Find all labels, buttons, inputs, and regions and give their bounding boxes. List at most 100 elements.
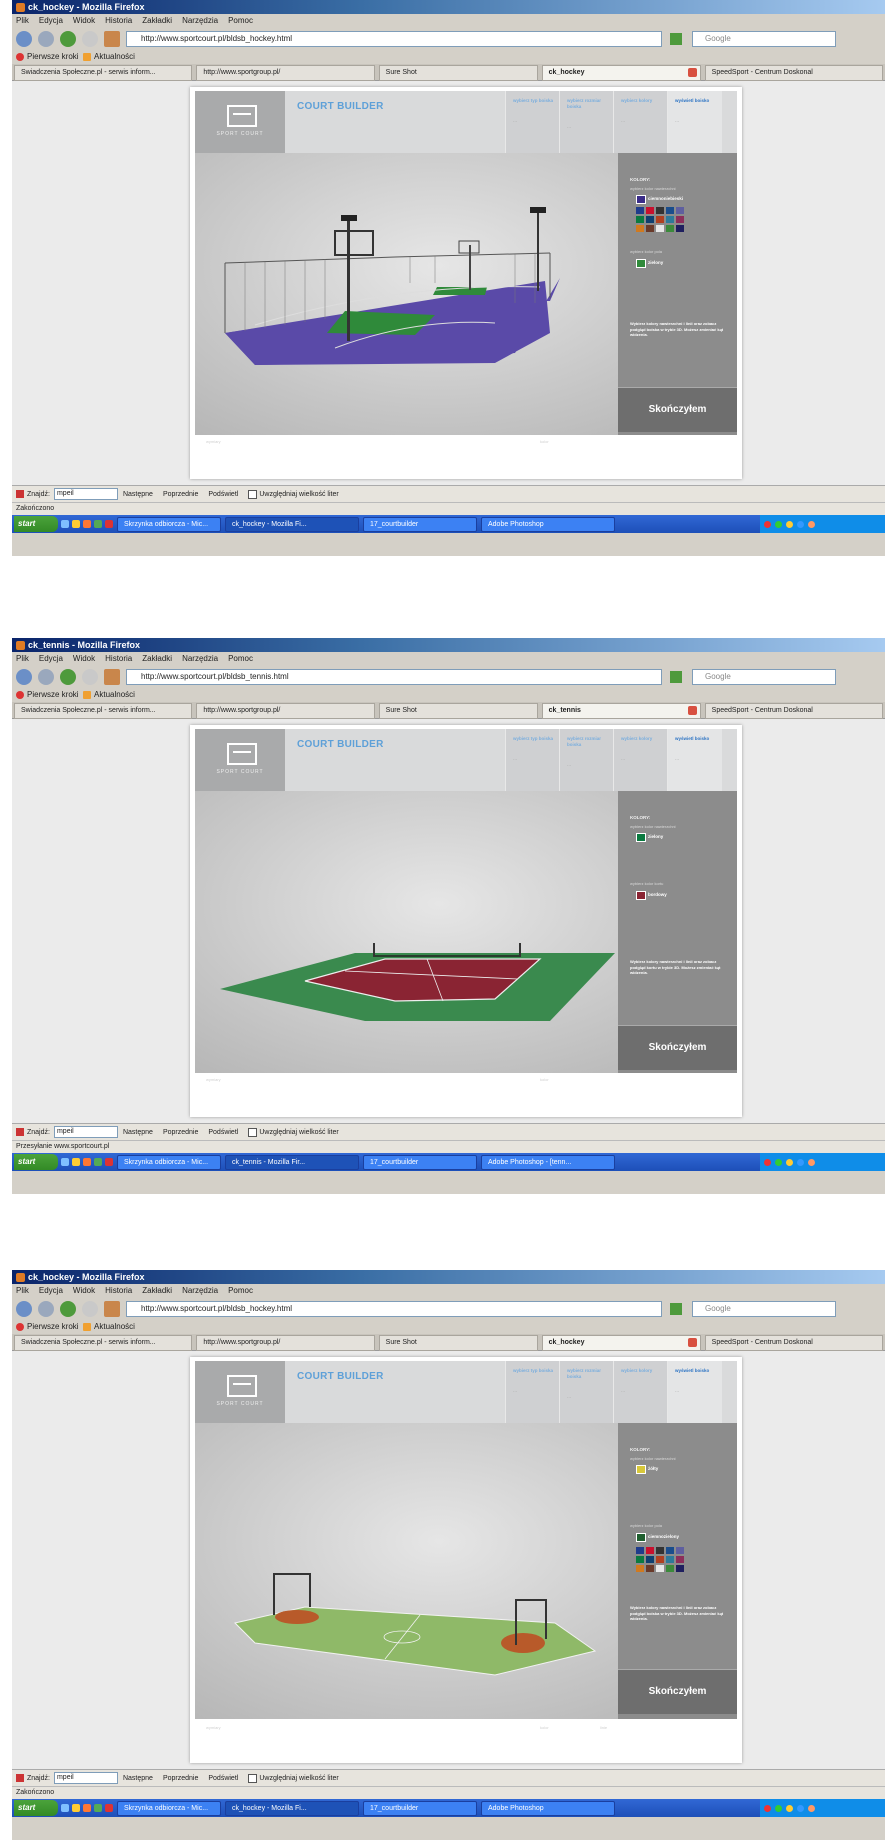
find-prev-button[interactable]: Poprzednie: [163, 1129, 198, 1136]
highlight-button[interactable]: Podświetl: [208, 1775, 238, 1782]
home-icon[interactable]: [104, 1301, 120, 1317]
tab-sure-shot[interactable]: Sure Shot: [378, 65, 538, 81]
menu-item-view[interactable]: Widok: [73, 1286, 95, 1295]
menu-item-help[interactable]: Pomoc: [228, 1286, 253, 1295]
menu-item-history[interactable]: Historia: [105, 1286, 132, 1295]
forward-icon[interactable]: [38, 1301, 54, 1317]
tab-swiadczenia[interactable]: Swiadczenia Społeczne.pl - serwis inform…: [14, 65, 193, 81]
color-swatch[interactable]: [666, 216, 674, 223]
color-swatch[interactable]: [676, 1556, 684, 1563]
quicklaunch-icon[interactable]: [105, 1804, 113, 1812]
tab-sure-shot[interactable]: Sure Shot: [378, 703, 538, 719]
menu-item-edit[interactable]: Edycja: [39, 654, 63, 663]
tab-active[interactable]: ck_hockey: [541, 65, 701, 81]
tab-speedsport[interactable]: SpeedSport - Centrum Doskonal: [704, 1335, 883, 1351]
task-mail[interactable]: Skrzynka odbiorcza - Mic...: [117, 516, 221, 532]
match-case-checkbox[interactable]: [248, 1127, 258, 1137]
stop-icon[interactable]: [82, 31, 98, 47]
tray-icon[interactable]: [797, 1158, 804, 1166]
tray-icon[interactable]: [808, 520, 815, 528]
match-case-checkbox[interactable]: [248, 1773, 258, 1783]
color-swatch[interactable]: [666, 1556, 674, 1563]
go-icon[interactable]: [670, 671, 682, 683]
close-tab-icon[interactable]: [687, 68, 697, 77]
step-court-size[interactable]: wybierz rozmiar boiska...: [559, 729, 614, 791]
menu-item-tools[interactable]: Narzędzia: [182, 1286, 218, 1295]
tray-icon[interactable]: [786, 1158, 793, 1166]
color-swatch[interactable]: [646, 1565, 654, 1572]
step-colors[interactable]: wybierz kolory...: [613, 1361, 668, 1423]
menu-item-bookmarks[interactable]: Zakładki: [142, 654, 172, 663]
color-swatch[interactable]: [656, 1565, 664, 1572]
tab-sportgroup[interactable]: http://www.sportgroup.pl/: [196, 703, 375, 719]
quicklaunch-icon[interactable]: [94, 1158, 102, 1166]
find-prev-button[interactable]: Poprzednie: [163, 491, 198, 498]
find-next-button[interactable]: Następne: [123, 1129, 153, 1136]
color-swatch[interactable]: [646, 207, 654, 214]
tray-icon[interactable]: [797, 520, 804, 528]
tab-sure-shot[interactable]: Sure Shot: [378, 1335, 538, 1351]
tab-active[interactable]: ck_tennis: [541, 703, 701, 719]
tray-icon[interactable]: [764, 1158, 771, 1166]
color-swatch[interactable]: [646, 216, 654, 223]
task-photoshop[interactable]: Adobe Photoshop: [481, 516, 615, 532]
quicklaunch-icon[interactable]: [83, 1804, 91, 1812]
task-photoshop[interactable]: Adobe Photoshop: [481, 1800, 615, 1816]
task-firefox[interactable]: ck_hockey - Mozilla Fi...: [225, 1800, 359, 1816]
color-swatch[interactable]: [666, 1547, 674, 1554]
bookmark-first-steps[interactable]: Pierwsze kroki: [27, 1322, 79, 1331]
menu-item-tools[interactable]: Narzędzia: [182, 654, 218, 663]
forward-icon[interactable]: [38, 669, 54, 685]
quicklaunch-icon[interactable]: [83, 1158, 91, 1166]
quicklaunch-icon[interactable]: [61, 1804, 69, 1812]
task-firefox[interactable]: ck_hockey - Mozilla Fi...: [225, 516, 359, 532]
selected-color-swatch[interactable]: [636, 833, 646, 842]
tray-icon[interactable]: [808, 1804, 815, 1812]
tab-sportgroup[interactable]: http://www.sportgroup.pl/: [196, 65, 375, 81]
color-swatch[interactable]: [666, 1565, 674, 1572]
color-swatch[interactable]: [656, 207, 664, 214]
step-view-court[interactable]: wyświetl boisko...: [667, 729, 722, 791]
stop-icon[interactable]: [82, 1301, 98, 1317]
menu-item-file[interactable]: Plik: [16, 1286, 29, 1295]
selected-color-swatch[interactable]: [636, 1465, 646, 1474]
tray-icon[interactable]: [764, 1804, 771, 1812]
tab-swiadczenia[interactable]: Swiadczenia Społeczne.pl - serwis inform…: [14, 1335, 193, 1351]
color-swatch[interactable]: [656, 1556, 664, 1563]
menu-item-help[interactable]: Pomoc: [228, 654, 253, 663]
menu-item-help[interactable]: Pomoc: [228, 16, 253, 25]
quicklaunch-icon[interactable]: [72, 1804, 80, 1812]
highlight-button[interactable]: Podświetl: [208, 491, 238, 498]
color-swatch[interactable]: [676, 225, 684, 232]
selected-color-swatch[interactable]: [636, 195, 646, 204]
task-firefox[interactable]: ck_tennis - Mozilla Fir...: [225, 1154, 359, 1170]
color-swatch[interactable]: [676, 207, 684, 214]
back-icon[interactable]: [16, 31, 32, 47]
task-folder[interactable]: 17_courtbuilder: [363, 516, 477, 532]
back-icon[interactable]: [16, 1301, 32, 1317]
color-swatch[interactable]: [666, 225, 674, 232]
color-swatch[interactable]: [676, 1565, 684, 1572]
menu-item-edit[interactable]: Edycja: [39, 16, 63, 25]
tab-swiadczenia[interactable]: Swiadczenia Społeczne.pl - serwis inform…: [14, 703, 193, 719]
quicklaunch-icon[interactable]: [61, 520, 69, 528]
tray-icon[interactable]: [775, 1158, 782, 1166]
color-swatch[interactable]: [676, 1547, 684, 1554]
color-swatch[interactable]: [636, 225, 644, 232]
menu-item-edit[interactable]: Edycja: [39, 1286, 63, 1295]
task-folder[interactable]: 17_courtbuilder: [363, 1800, 477, 1816]
tray-icon[interactable]: [775, 520, 782, 528]
find-prev-button[interactable]: Poprzednie: [163, 1775, 198, 1782]
tray-icon[interactable]: [808, 1158, 815, 1166]
tab-active[interactable]: ck_hockey: [541, 1335, 701, 1351]
tray-icon[interactable]: [797, 1804, 804, 1812]
color-swatch[interactable]: [636, 207, 644, 214]
tray-icon[interactable]: [764, 520, 771, 528]
start-button[interactable]: start: [14, 516, 58, 532]
go-icon[interactable]: [670, 1303, 682, 1315]
menu-item-history[interactable]: Historia: [105, 16, 132, 25]
bookmark-first-steps[interactable]: Pierwsze kroki: [27, 52, 79, 61]
close-find-icon[interactable]: [16, 1774, 24, 1782]
finish-button[interactable]: Skończyłem: [618, 1025, 737, 1070]
color-swatch[interactable]: [636, 1547, 644, 1554]
